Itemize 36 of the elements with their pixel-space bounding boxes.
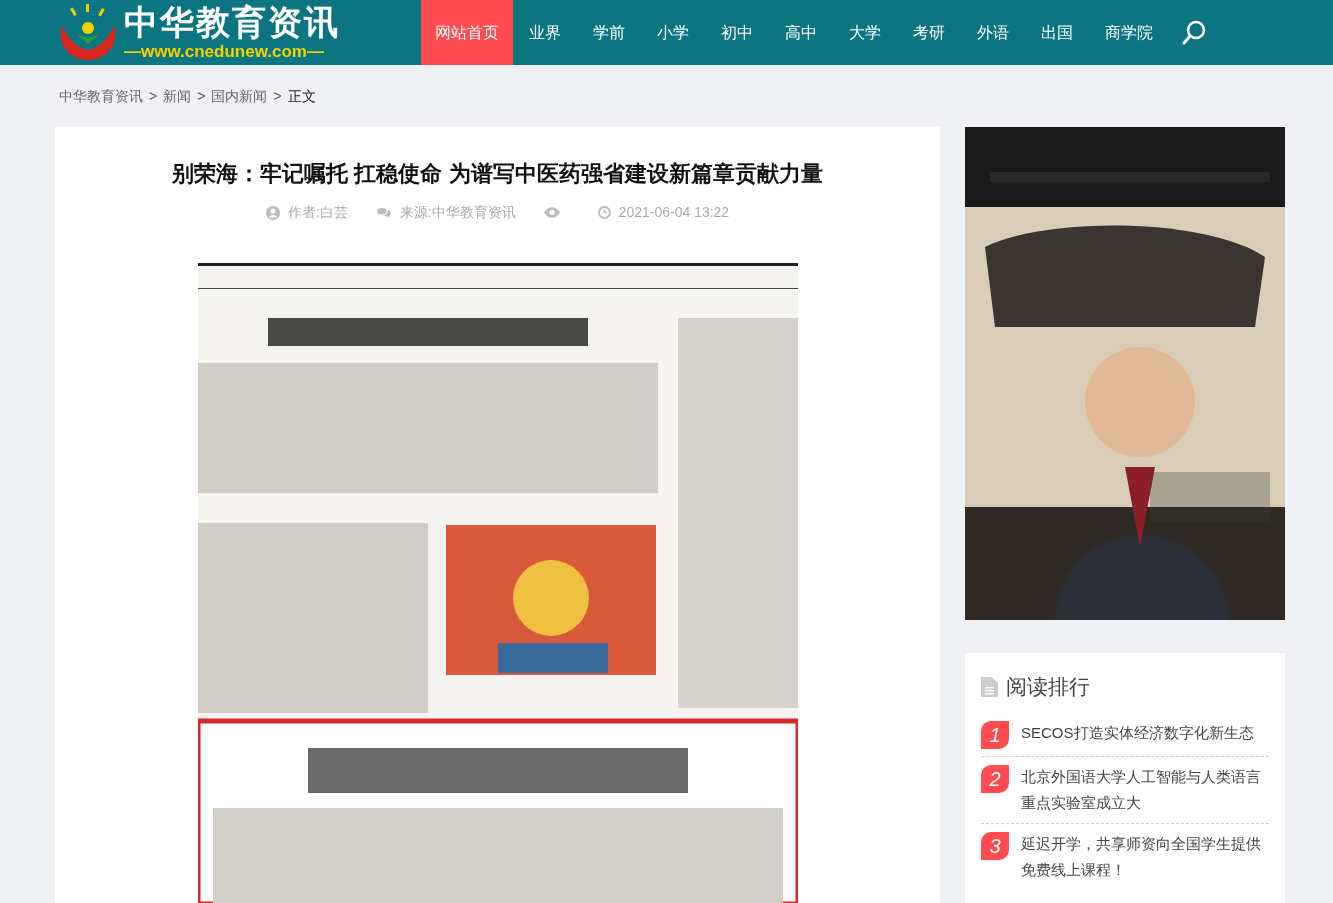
logo-title: 中华教育资讯 [124, 5, 340, 39]
ranking-link[interactable]: SECOS打造实体经济数字化新生态 [1021, 719, 1254, 749]
clock-icon [597, 206, 611, 219]
breadcrumb-link[interactable]: 新闻 [163, 85, 192, 107]
user-icon [265, 205, 280, 220]
ranking-link[interactable]: 延迟开学，共享师资向全国学生提供免费线上课程！ [1021, 830, 1269, 883]
rank-badge: 3 [981, 831, 1009, 860]
nav-tab[interactable]: 小学 [641, 0, 705, 65]
breadcrumb-current[interactable]: 正文 [287, 85, 316, 107]
nav-tab[interactable]: 网站首页 [421, 0, 513, 65]
rank-badge: 2 [981, 764, 1009, 793]
nav-tab[interactable]: 考研 [897, 0, 961, 65]
breadcrumb-separator: > [197, 86, 206, 106]
comment-icon [375, 206, 392, 219]
author-text: 作者:白芸 [287, 203, 348, 222]
breadcrumb-separator: > [273, 86, 282, 106]
nav-tab[interactable]: 高中 [769, 0, 833, 65]
nav-tab[interactable]: 出国 [1025, 0, 1089, 65]
source-text: 来源:中华教育资讯 [399, 203, 516, 222]
eye-icon [543, 207, 560, 218]
nav-tab[interactable]: 初中 [705, 0, 769, 65]
ranking-title: 阅读排行 [1006, 674, 1090, 700]
date-text: 2021-06-04 13:22 [618, 203, 730, 222]
breadcrumb-separator: > [149, 86, 158, 106]
ranking-link[interactable]: 北京外国语大学人工智能与人类语言重点实验室成立大 [1021, 763, 1269, 816]
breadcrumb-link[interactable]: 中华教育资讯 [59, 85, 143, 107]
nav-tab[interactable]: 外语 [961, 0, 1025, 65]
nav-tab[interactable]: 学前 [577, 0, 641, 65]
nav-tab[interactable]: 业界 [513, 0, 577, 65]
article-title: 别荣海：牢记嘱托 扛稳使命 为谱写中医药强省建设新篇章贡献力量 [172, 160, 823, 188]
nav-tab[interactable]: 大学 [833, 0, 897, 65]
breadcrumb-link[interactable]: 国内新闻 [211, 85, 268, 107]
rank-badge: 1 [981, 720, 1009, 749]
nav-tab[interactable]: 商学院 [1089, 0, 1169, 65]
logo-url: —www.cnedunew.com— [124, 43, 325, 60]
document-icon [981, 676, 998, 697]
